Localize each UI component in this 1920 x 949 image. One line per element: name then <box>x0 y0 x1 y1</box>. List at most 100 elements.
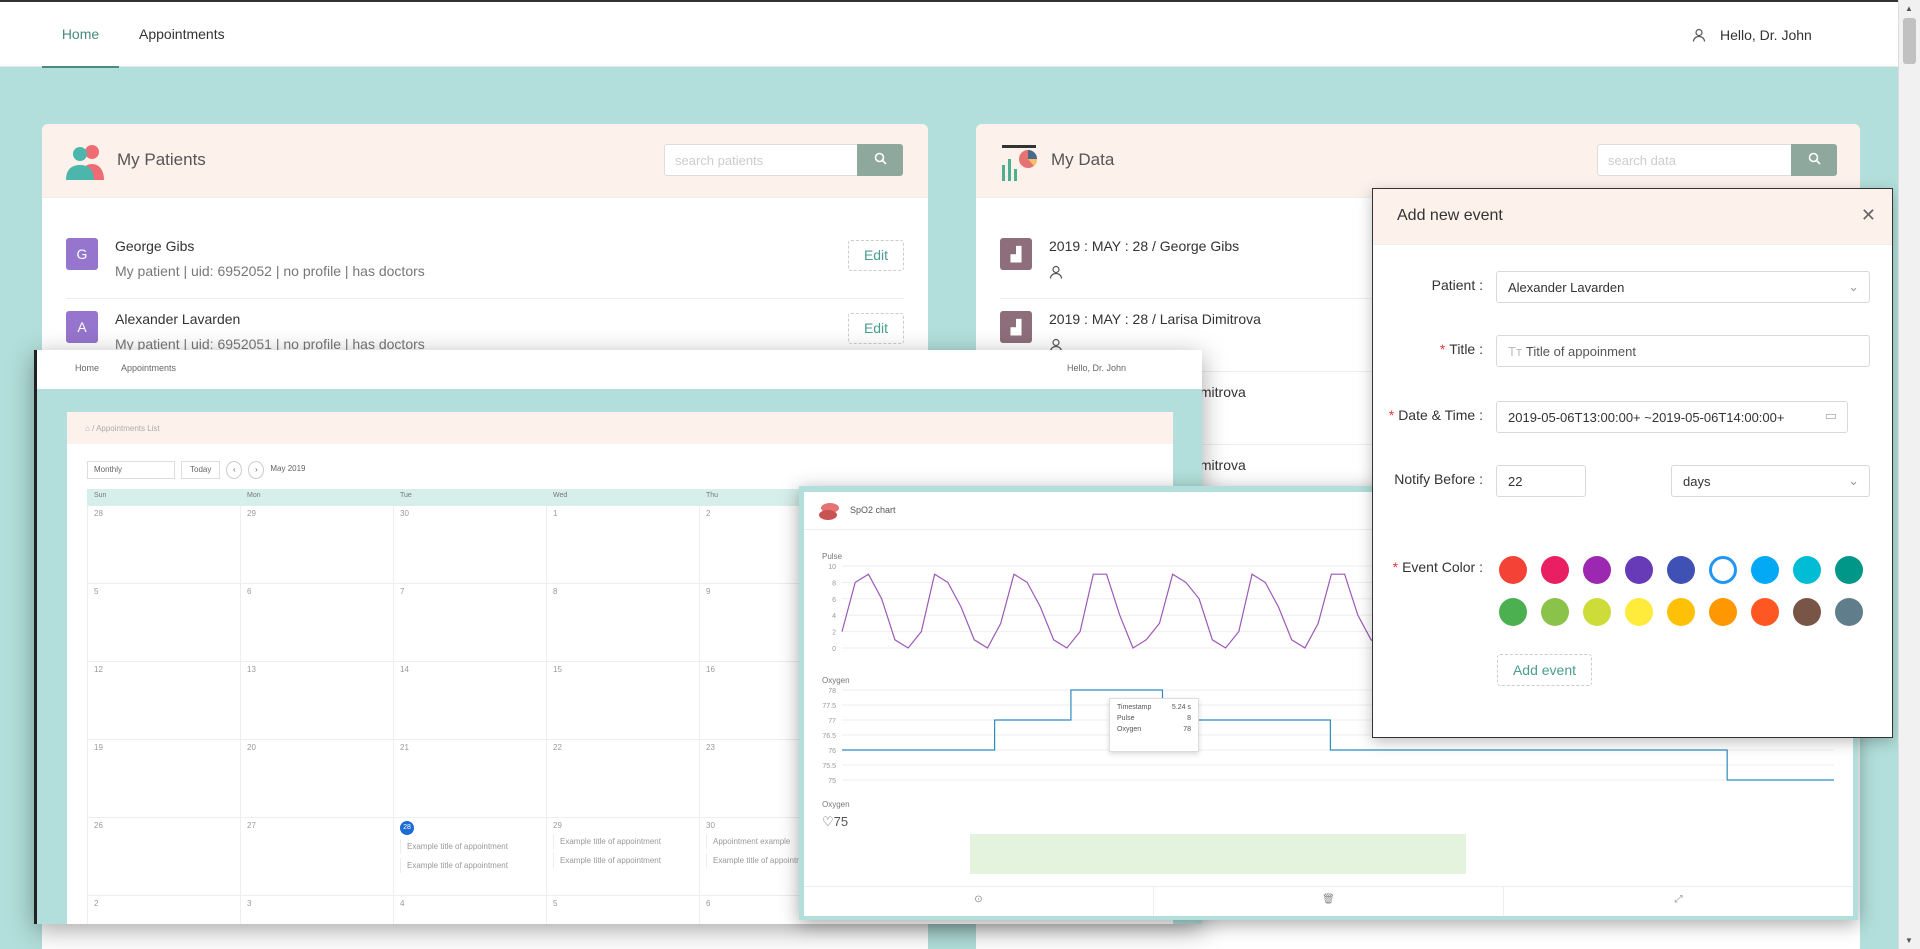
chevron-down-icon: ⌄ <box>1848 473 1859 488</box>
color-swatch[interactable] <box>1625 598 1653 626</box>
color-swatch[interactable] <box>1751 598 1779 626</box>
y-tick-label: 78 <box>828 688 836 695</box>
calendar-day[interactable]: 8 <box>546 584 699 661</box>
calendar-day[interactable]: 3 <box>240 896 393 924</box>
calendar-day[interactable]: 29 Example title of appointment Example … <box>546 818 699 895</box>
y-tick-label: 76.5 <box>822 733 836 740</box>
color-swatch[interactable] <box>1835 556 1863 584</box>
calendar-day[interactable]: 5 <box>546 896 699 924</box>
calendar-day[interactable]: 19 <box>87 740 240 817</box>
scrollbar-thumb[interactable] <box>1903 18 1916 64</box>
color-swatch[interactable] <box>1667 556 1695 584</box>
mini-user-greeting[interactable]: Hello, Dr. John <box>1067 363 1126 373</box>
patient-avatar: G <box>66 238 98 270</box>
today-button[interactable]: Today <box>181 461 221 479</box>
patient-row[interactable]: G George Gibs My patient | uid: 6952052 … <box>66 226 904 299</box>
title-label-text: Title <box>1449 341 1476 357</box>
color-swatch[interactable] <box>1709 598 1737 626</box>
chevron-down-icon: ⌄ <box>1848 279 1859 294</box>
search-icon <box>874 152 887 165</box>
mydata-card-title: My Data <box>1051 150 1115 169</box>
patients-search-button[interactable] <box>857 144 903 176</box>
notify-label-text: Notify Before <box>1394 471 1476 487</box>
calendar-day[interactable]: 14 <box>393 662 546 739</box>
calendar-event[interactable]: Example title of appointment <box>553 834 706 849</box>
color-swatch[interactable] <box>1541 556 1569 584</box>
next-month-button[interactable]: › <box>248 461 265 479</box>
calendar-day[interactable]: 26 <box>87 818 240 895</box>
nav-tab-home[interactable]: Home <box>42 2 119 68</box>
color-swatch[interactable] <box>1583 598 1611 626</box>
calendar-event[interactable]: Example title of appointment <box>400 858 553 873</box>
calendar-day-today[interactable]: 28 Example title of appointment Example … <box>393 818 546 895</box>
notify-before-input[interactable]: 22 <box>1496 465 1586 497</box>
calendar-day[interactable]: 12 <box>87 662 240 739</box>
modal-header: Add new event ✕ <box>1373 189 1892 245</box>
calendar-day[interactable]: 4 <box>393 896 546 924</box>
patients-search-input[interactable]: search patients <box>664 144 858 176</box>
y-tick-label: 8 <box>832 580 836 587</box>
day-number: 29 <box>553 821 562 830</box>
calendar-day[interactable]: 22 <box>546 740 699 817</box>
y-tick-label: 76 <box>828 748 836 755</box>
notify-unit-select[interactable]: days ⌄ <box>1671 465 1870 497</box>
color-swatch[interactable] <box>1835 598 1863 626</box>
calendar-day[interactable]: 30 <box>393 506 546 583</box>
calendar-day[interactable]: 6 <box>240 584 393 661</box>
add-event-button[interactable]: Add event <box>1497 654 1592 686</box>
calendar-day[interactable]: 2 <box>87 896 240 924</box>
tooltip-value: 8 <box>1187 715 1191 722</box>
edit-patient-button[interactable]: Edit <box>848 313 904 344</box>
color-swatch[interactable] <box>1499 598 1527 626</box>
calendar-day[interactable]: 15 <box>546 662 699 739</box>
expand-icon[interactable]: ⤢ <box>1504 887 1853 916</box>
mini-nav-home[interactable]: Home <box>75 363 99 373</box>
patient-label: Patient : <box>1431 277 1483 293</box>
color-swatch[interactable] <box>1667 598 1695 626</box>
calendar-event[interactable]: Example title of appointment <box>400 839 553 854</box>
patient-select[interactable]: Alexander Lavarden ⌄ <box>1496 271 1870 303</box>
datetime-range-input[interactable]: 2019-05-06T13:00:00+ ~2019-05-06T14:00:0… <box>1496 401 1848 433</box>
view-select[interactable]: Monthly <box>87 461 175 479</box>
calendar-day[interactable]: 13 <box>240 662 393 739</box>
color-swatch[interactable] <box>1583 556 1611 584</box>
data-search-button[interactable] <box>1791 144 1837 176</box>
color-swatch[interactable] <box>1793 556 1821 584</box>
patients-icon <box>66 145 104 180</box>
data-row-label: 2019 : MAY : 28 / George Gibs <box>1049 238 1240 254</box>
page-scrollbar[interactable]: ▲ ▼ <box>1898 0 1920 949</box>
title-input[interactable]: Tт Title of appoinment <box>1496 335 1870 367</box>
calendar-day[interactable]: 29 <box>240 506 393 583</box>
color-swatch[interactable] <box>1499 556 1527 584</box>
calendar-day[interactable]: 7 <box>393 584 546 661</box>
patients-card-header: My Patients search patients <box>42 124 928 198</box>
calendar-day[interactable]: 20 <box>240 740 393 817</box>
calendar-day[interactable]: 21 <box>393 740 546 817</box>
color-swatch[interactable] <box>1751 556 1779 584</box>
calendar-day[interactable]: 5 <box>87 584 240 661</box>
close-icon[interactable]: ✕ <box>1861 205 1876 226</box>
calendar-day[interactable]: 28 <box>87 506 240 583</box>
heart-icon: ♡ <box>822 814 834 829</box>
calendar-breadcrumb: ⌂ / Appointments List <box>67 412 1173 444</box>
tooltip-key: Oxygen <box>1117 726 1142 733</box>
calendar-event[interactable]: Example title of appointment <box>553 853 706 868</box>
color-swatch[interactable] <box>1541 598 1569 626</box>
prev-month-button[interactable]: ‹ <box>226 461 243 479</box>
edit-patient-button[interactable]: Edit <box>848 240 904 271</box>
current-value-text: 75 <box>833 814 849 829</box>
color-swatch[interactable] <box>1625 556 1653 584</box>
delete-icon[interactable]: 🗑 <box>1154 887 1504 916</box>
patient-meta: My patient | uid: 6952052 | no profile |… <box>115 263 425 279</box>
scroll-up-icon[interactable]: ▲ <box>1905 4 1913 13</box>
data-search-input[interactable]: search data <box>1597 144 1791 176</box>
play-icon[interactable]: ⊙ <box>804 887 1154 916</box>
scroll-down-icon[interactable]: ▼ <box>1905 936 1913 945</box>
mini-nav-appointments[interactable]: Appointments <box>121 363 176 373</box>
range-selection[interactable] <box>970 834 1466 874</box>
calendar-day[interactable]: 1 <box>546 506 699 583</box>
calendar-day[interactable]: 27 <box>240 818 393 895</box>
nav-tab-appointments[interactable]: Appointments <box>139 2 225 68</box>
color-swatch[interactable] <box>1709 556 1737 584</box>
color-swatch[interactable] <box>1793 598 1821 626</box>
